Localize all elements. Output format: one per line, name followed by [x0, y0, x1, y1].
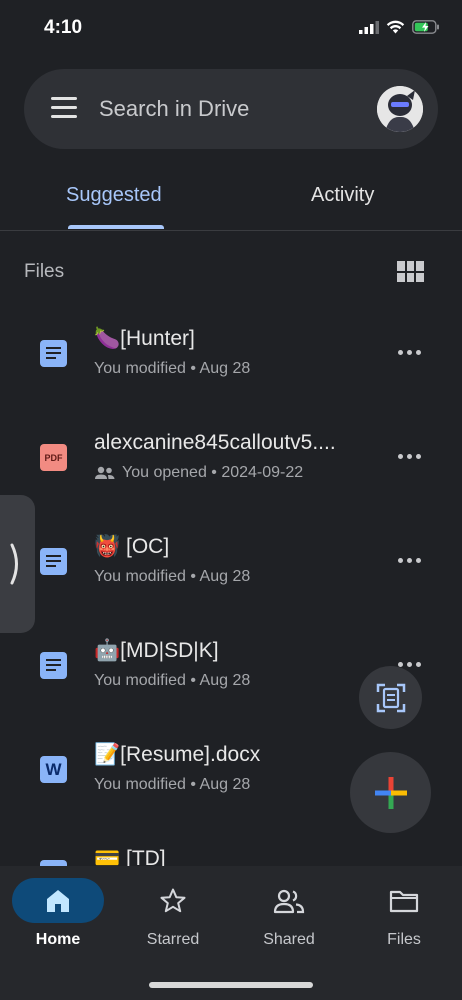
file-row[interactable]: 🍆[Hunter] You modified • Aug 28: [0, 300, 462, 404]
home-indicator[interactable]: [149, 982, 313, 988]
nav-files-pill: [358, 878, 450, 923]
nav-label: Shared: [263, 931, 315, 948]
status-time: 4:10: [44, 17, 83, 38]
file-meta: You modified • Aug 28: [94, 672, 250, 690]
status-icons: [359, 20, 440, 34]
more-options-icon[interactable]: [398, 558, 421, 563]
scan-icon: [376, 683, 405, 712]
plus-icon: [374, 776, 407, 809]
pdf-icon: PDF: [40, 444, 67, 471]
avatar-image: [377, 86, 423, 132]
word-doc-icon: W: [40, 756, 67, 783]
file-meta: You modified • Aug 28: [94, 568, 250, 586]
file-title: 🍆[Hunter]: [94, 327, 195, 350]
nav-label: Starred: [146, 931, 200, 948]
file-meta-text: You modified • Aug 28: [94, 776, 251, 793]
more-options-icon[interactable]: [398, 662, 421, 667]
file-meta-text: You modified • Aug 28: [94, 568, 251, 585]
account-avatar[interactable]: [377, 86, 423, 132]
chevron-right-icon: [10, 543, 18, 585]
folder-icon: [389, 890, 419, 912]
grid-view-icon[interactable]: [397, 261, 424, 282]
battery-icon: [412, 20, 439, 34]
file-title: 💳 [TD]: [94, 847, 166, 866]
nav-files[interactable]: Files: [349, 878, 459, 949]
file-row[interactable]: 👹 [OC] You modified • Aug 28: [0, 508, 462, 612]
tab-bar: Suggested Activity: [0, 168, 462, 231]
google-doc-icon: [40, 548, 67, 575]
menu-icon[interactable]: [51, 97, 77, 119]
status-bar: 4:10: [0, 0, 462, 60]
shared-people-icon: [95, 466, 115, 479]
nav-shared-pill: [243, 878, 335, 923]
search-bar[interactable]: Search in Drive: [24, 69, 438, 149]
home-icon: [47, 889, 69, 912]
nav-shared[interactable]: Shared: [234, 878, 344, 949]
signal-icon: [359, 21, 379, 34]
google-doc-icon: [40, 652, 67, 679]
google-doc-icon: [40, 340, 67, 367]
nav-starred-pill: [127, 878, 219, 923]
file-meta-text: You opened • 2024-09-22: [122, 464, 304, 481]
file-meta: You modified • Aug 28: [94, 360, 250, 378]
file-meta-text: You modified • Aug 28: [94, 360, 251, 377]
nav-home[interactable]: Home: [3, 878, 113, 949]
nav-home-pill: [12, 878, 104, 923]
tab-suggested[interactable]: Suggested: [66, 184, 162, 207]
more-options-icon[interactable]: [398, 454, 421, 459]
new-button[interactable]: [350, 752, 431, 833]
tab-selected-indicator: [68, 225, 164, 229]
file-row[interactable]: PDF alexcanine845calloutv5.... You opene…: [0, 404, 462, 508]
scan-document-button[interactable]: [359, 666, 422, 729]
nav-label: Files: [387, 931, 421, 948]
file-meta-text: You modified • Aug 28: [94, 672, 251, 689]
files-section-label: Files: [24, 261, 65, 282]
file-title: 🤖[MD|SD|K]: [94, 639, 219, 662]
wifi-icon: [386, 20, 405, 34]
side-panel-handle[interactable]: [0, 495, 35, 633]
file-title: alexcanine845calloutv5....: [94, 431, 336, 454]
star-icon: [160, 888, 186, 912]
nav-label: Home: [35, 931, 81, 948]
file-meta: You opened • 2024-09-22: [94, 464, 303, 482]
file-title: 📝[Resume].docx: [94, 743, 261, 766]
file-title: 👹 [OC]: [94, 535, 170, 558]
nav-starred[interactable]: Starred: [118, 878, 228, 949]
file-meta: You modified • Aug 28: [94, 776, 250, 794]
people-icon: [273, 889, 305, 913]
bottom-navigation: Home Starred Shared Files: [0, 866, 462, 1000]
tab-activity[interactable]: Activity: [311, 184, 374, 207]
more-options-icon[interactable]: [398, 350, 421, 355]
search-input[interactable]: Search in Drive: [99, 96, 249, 122]
